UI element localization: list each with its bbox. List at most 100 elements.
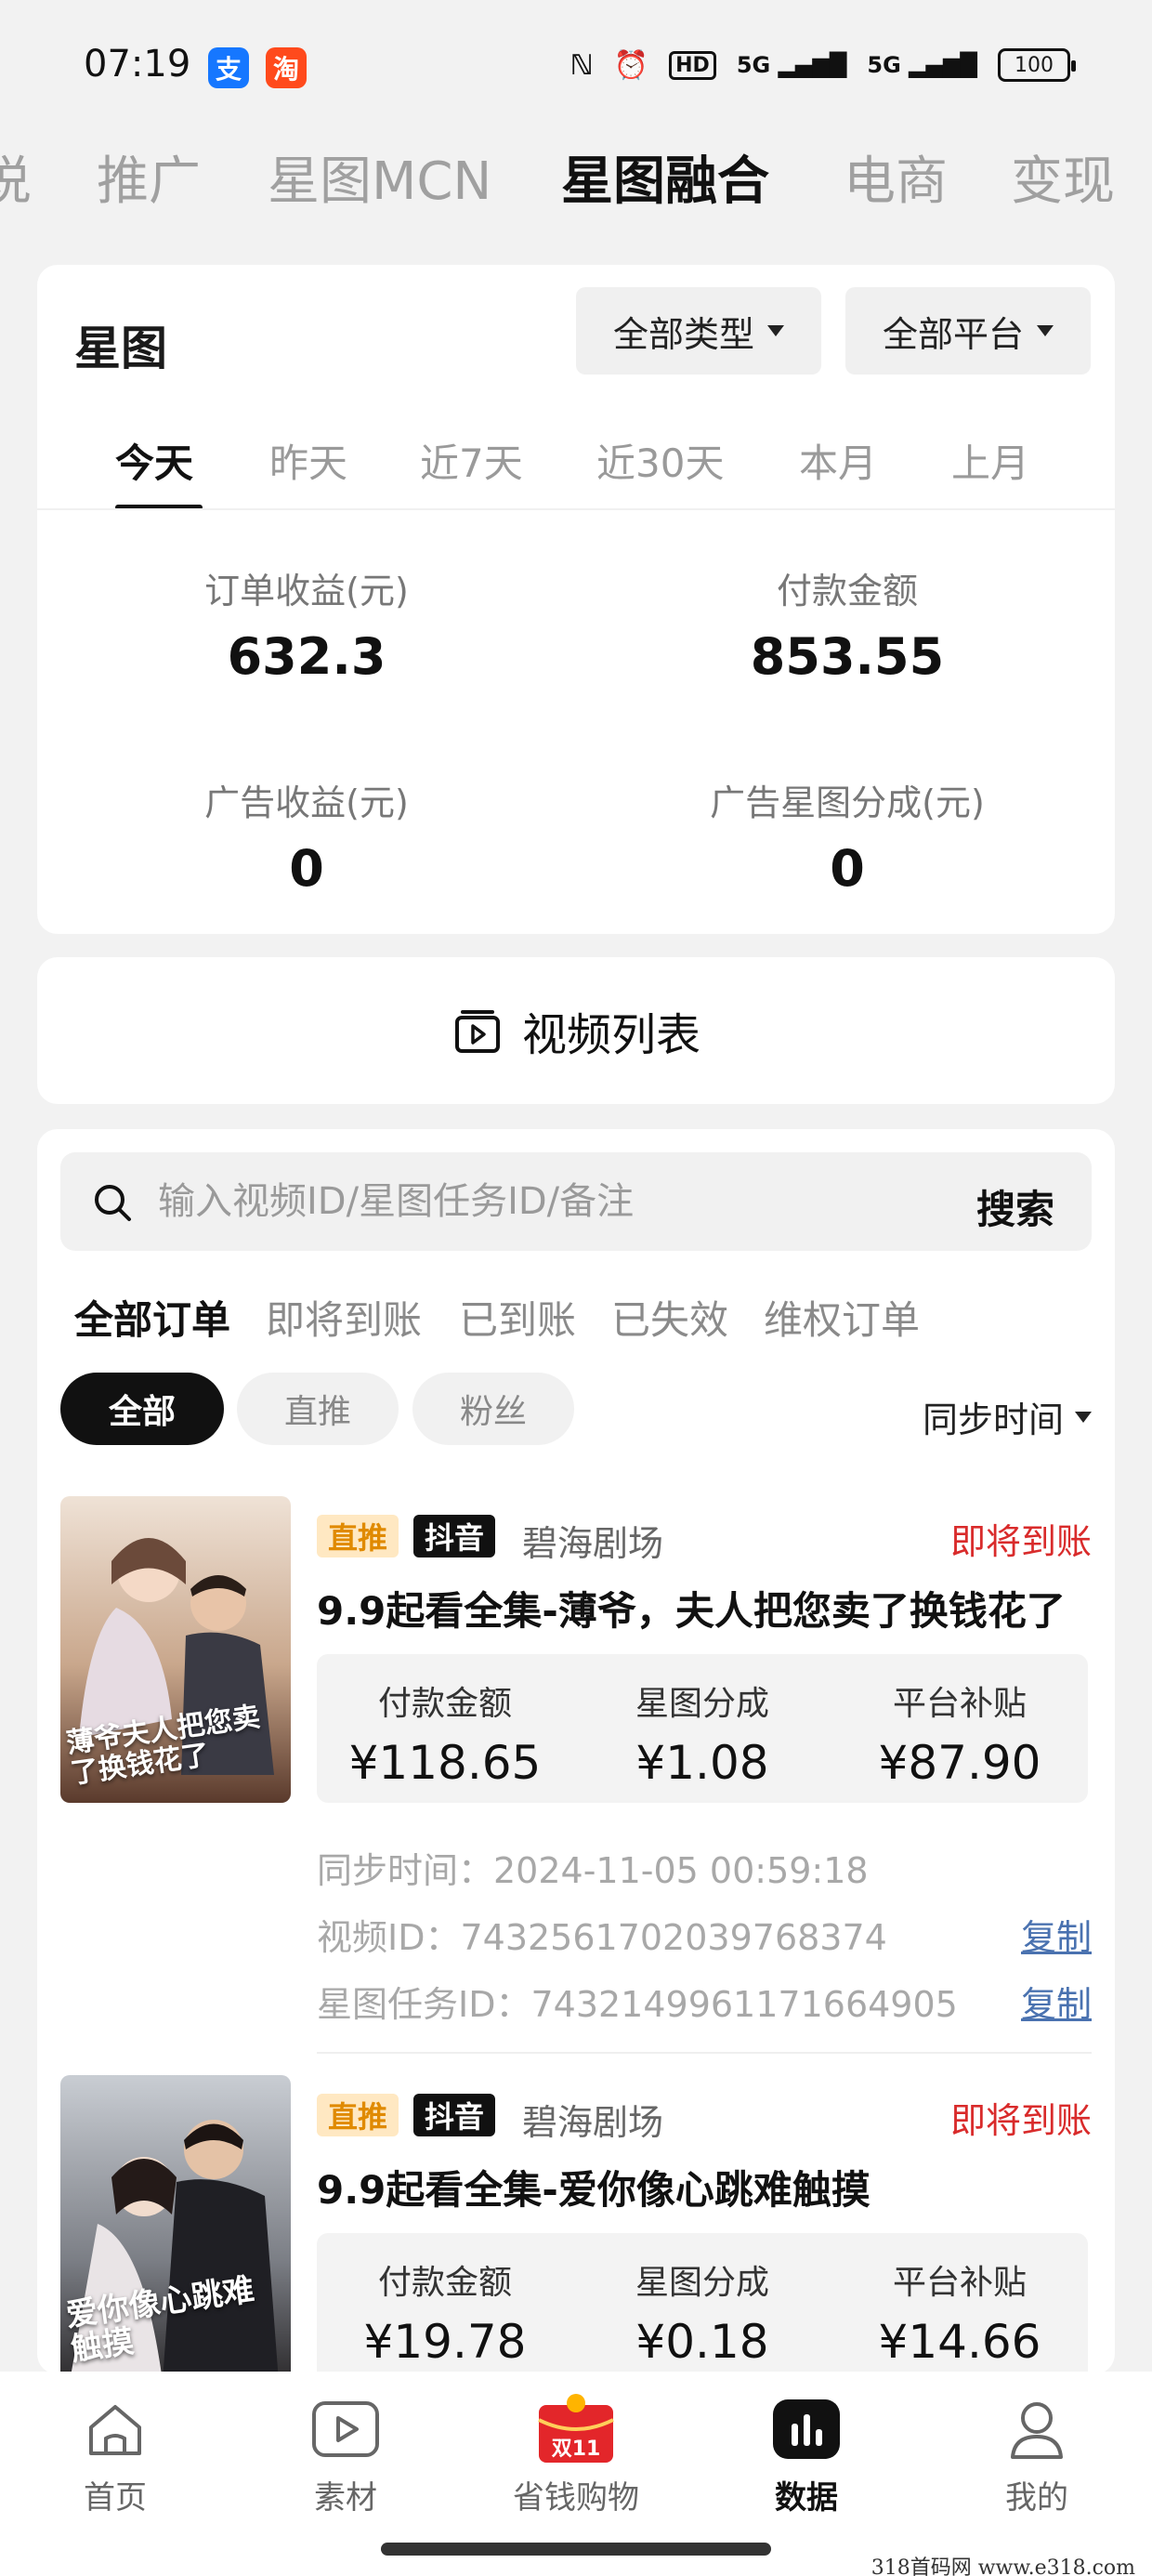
hd-icon: HD	[669, 50, 716, 80]
signal-icon: 5G ▂▄▆█	[736, 52, 847, 78]
tab-xingtu-fusion[interactable]: 星图融合	[561, 139, 769, 215]
order-tab-all[interactable]: 全部订单	[74, 1289, 230, 1346]
metric-subsidy: 平台补贴 ¥87.90	[831, 1654, 1088, 1790]
order-metrics: 付款金额 ¥118.65 星图分成 ¥1.08 平台补贴 ¥87.90	[317, 1654, 1088, 1803]
chart-icon	[769, 2392, 844, 2466]
search-bar: 搜索	[60, 1152, 1092, 1251]
top-category-tabs: 说 推广 星图MCN 星图融合 电商 变现	[0, 130, 1152, 223]
video-list-icon	[454, 1010, 500, 1053]
metric-label: 付款金额	[377, 2264, 512, 2302]
double11-icon: 双11	[530, 2392, 622, 2466]
ad-income-value: 0	[289, 839, 324, 898]
order-item[interactable]: 薄爷夫人把您卖了换钱花了 直推 抖音 碧海剧场 即将到账 9.9起看全集-薄爷，…	[60, 1496, 1092, 2054]
order-tab-received[interactable]: 已到账	[459, 1289, 576, 1346]
metric-label: 平台补贴	[892, 1685, 1027, 1723]
nav-shopping[interactable]: 双11 省钱购物	[483, 2392, 669, 2517]
search-input[interactable]	[158, 1176, 901, 1227]
date-tab-30days[interactable]: 近30天	[596, 432, 724, 489]
ad-share-label: 广告星图分成(元)	[710, 782, 985, 823]
alipay-app-icon: 支	[208, 47, 249, 88]
metric-value: ¥0.18	[635, 2315, 769, 2369]
tab-xingtu-mcn[interactable]: 星图MCN	[268, 139, 491, 215]
drama-thumbnail: 爱你像心跳难触摸	[60, 2075, 291, 2374]
order-item[interactable]: 爱你像心跳难触摸 直推 抖音 碧海剧场 即将到账 9.9起看全集-爱你像心跳难触…	[60, 2075, 1092, 2374]
tag-direct: 直推	[317, 1515, 399, 1557]
nav-materials[interactable]: 素材	[253, 2392, 439, 2517]
watermark: 318首码网 www.e318.com	[871, 2556, 1135, 2576]
nav-home[interactable]: 首页	[22, 2392, 208, 2517]
home-icon	[78, 2392, 152, 2466]
metric-label: 星图分成	[635, 1685, 769, 1723]
order-title: 9.9起看全集-薄爷，夫人把您卖了换钱花了	[317, 1588, 1066, 1634]
signal-icon: 5G ▂▄▆█	[867, 52, 977, 78]
type-filter-dropdown[interactable]: 全部类型	[576, 287, 821, 375]
order-title: 9.9起看全集-爱你像心跳难触摸	[317, 2167, 871, 2213]
date-tab-last-month[interactable]: 上月	[951, 432, 1029, 489]
sort-by-sync-time[interactable]: 同步时间	[923, 1391, 1092, 1442]
tab-ecommerce[interactable]: 电商	[844, 139, 948, 215]
nav-label: 首页	[84, 2479, 147, 2517]
play-icon	[308, 2392, 383, 2466]
divider	[37, 508, 1115, 510]
order-tab-pending[interactable]: 即将到账	[266, 1289, 422, 1346]
platform-filter-label: 全部平台	[882, 313, 1024, 355]
nav-label: 我的	[1005, 2479, 1068, 2517]
date-tab-this-month[interactable]: 本月	[799, 432, 877, 489]
stats-card: 星图 全部类型 全部平台 今天 昨天 近7天 近30天 本月 上月 订单收益(元…	[37, 265, 1115, 934]
order-list-card: 搜索 全部订单 即将到账 已到账 已失效 维权订单 全部 直推 粉丝 同步时间	[37, 1129, 1115, 2374]
nav-badge: 双11	[552, 2438, 601, 2461]
metric-label: 星图分成	[635, 2264, 769, 2302]
filter-pill-direct[interactable]: 直推	[237, 1373, 399, 1445]
copy-task-id-button[interactable]: 复制	[1021, 1976, 1092, 2027]
date-tab-today[interactable]: 今天	[115, 432, 193, 489]
caret-down-icon	[1075, 1411, 1092, 1423]
divider	[317, 2052, 1092, 2054]
metric-subsidy: 平台补贴 ¥14.66	[831, 2233, 1088, 2369]
ad-income-label: 广告收益(元)	[204, 782, 409, 823]
filter-pill-all[interactable]: 全部	[60, 1373, 224, 1445]
order-status: 即将到账	[949, 2100, 1092, 2141]
video-id: 视频ID：7432561702039768374	[317, 1917, 887, 1958]
metric-share: 星图分成 ¥0.18	[574, 2233, 831, 2369]
signal-2-label: 5G	[867, 52, 901, 78]
tab-partial[interactable]: 说	[0, 139, 32, 215]
search-button[interactable]: 搜索	[976, 1178, 1054, 1235]
order-tab-dispute[interactable]: 维权订单	[764, 1289, 920, 1346]
metric-value: ¥19.78	[363, 2315, 527, 2369]
payment-amount-value: 853.55	[750, 627, 945, 686]
filter-pill-fans[interactable]: 粉丝	[412, 1373, 574, 1445]
status-time: 07:19	[84, 43, 191, 85]
caret-down-icon	[767, 325, 784, 336]
caret-down-icon	[1037, 325, 1054, 336]
metric-payment: 付款金额 ¥19.78	[317, 2233, 573, 2369]
video-list-label: 视频列表	[521, 1009, 700, 1061]
shop-name: 碧海剧场	[522, 2102, 664, 2143]
nav-label: 数据	[775, 2479, 838, 2517]
copy-video-id-button[interactable]: 复制	[1021, 1909, 1092, 1960]
video-list-button[interactable]: 视频列表	[37, 957, 1115, 1104]
order-status: 即将到账	[949, 1521, 1092, 1562]
metric-share: 星图分成 ¥1.08	[574, 1654, 831, 1790]
tab-promotion[interactable]: 推广	[97, 139, 201, 215]
date-tab-7days[interactable]: 近7天	[420, 432, 523, 489]
metric-value: ¥118.65	[348, 1736, 542, 1790]
tab-monetize[interactable]: 变现	[1011, 139, 1115, 215]
nav-data[interactable]: 数据	[713, 2392, 899, 2517]
nav-profile[interactable]: 我的	[944, 2392, 1130, 2517]
date-tab-yesterday[interactable]: 昨天	[269, 432, 347, 489]
stats-title: 星图	[74, 322, 167, 375]
payment-amount-label: 付款金额	[776, 571, 918, 611]
shop-name: 碧海剧场	[522, 1523, 664, 1564]
metric-label: 平台补贴	[892, 2264, 1027, 2302]
tag-platform: 抖音	[413, 1515, 496, 1557]
drama-thumbnail: 薄爷夫人把您卖了换钱花了	[60, 1496, 291, 1803]
metric-value: ¥14.66	[878, 2315, 1041, 2369]
type-filter-label: 全部类型	[612, 313, 754, 355]
platform-filter-dropdown[interactable]: 全部平台	[845, 287, 1091, 375]
order-metrics: 付款金额 ¥19.78 星图分成 ¥0.18 平台补贴 ¥14.66	[317, 2233, 1088, 2374]
task-id: 星图任务ID：7432149961171664905	[317, 1984, 958, 2025]
metric-value: ¥1.08	[635, 1736, 769, 1790]
order-tab-expired[interactable]: 已失效	[611, 1289, 728, 1346]
tag-platform: 抖音	[413, 2094, 496, 2136]
home-indicator[interactable]	[381, 2543, 771, 2556]
